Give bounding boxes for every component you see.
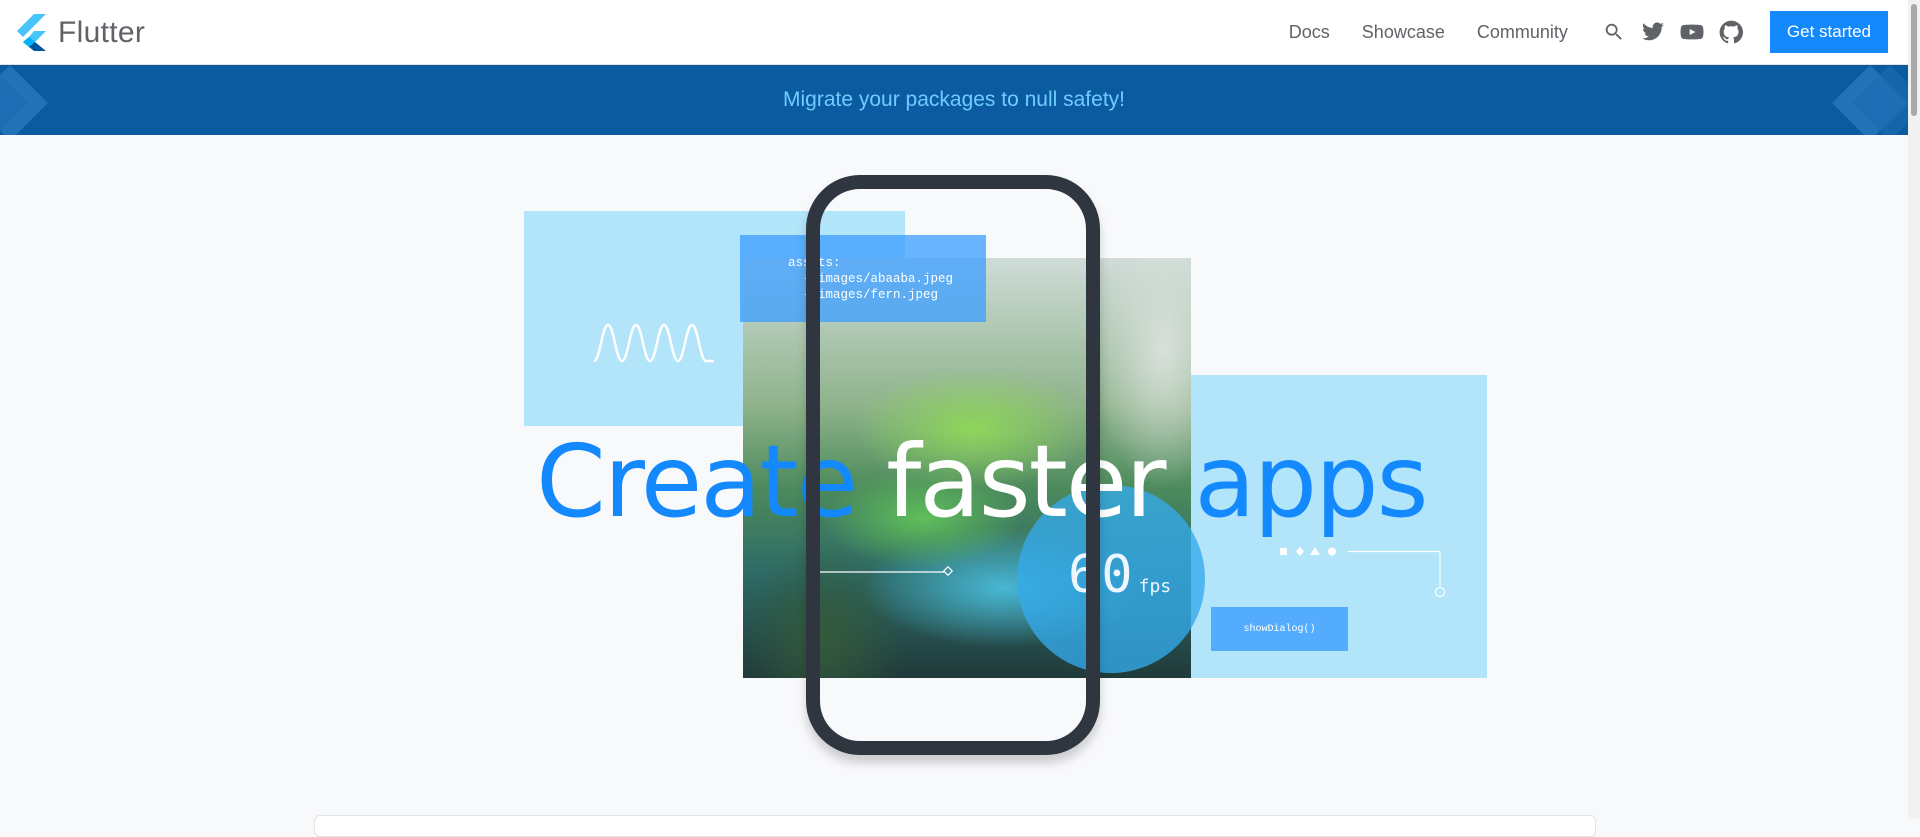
sine-wave-graphic	[593, 323, 714, 363]
logo-text: Flutter	[58, 15, 146, 49]
twitter-icon[interactable]	[1639, 18, 1667, 46]
nav-link-community[interactable]: Community	[1477, 22, 1568, 43]
nav-link-docs[interactable]: Docs	[1289, 22, 1330, 43]
scrollbar-thumb[interactable]	[1911, 4, 1917, 116]
fps-unit: fps	[1138, 576, 1172, 597]
nav-link-showcase[interactable]: Showcase	[1362, 22, 1445, 43]
hero-section: assets: - images/abaaba.jpeg - images/fe…	[0, 135, 1908, 837]
github-icon[interactable]	[1717, 18, 1745, 46]
top-navigation-bar: Flutter Docs Showcase Community Get star…	[0, 0, 1908, 64]
diamond-pattern-left	[0, 65, 48, 135]
youtube-icon[interactable]	[1678, 18, 1706, 46]
flutter-logo-icon	[17, 14, 46, 51]
banner-link[interactable]: Migrate your packages to null safety!	[783, 88, 1125, 112]
announcement-banner: Migrate your packages to null safety!	[0, 65, 1908, 135]
search-icon[interactable]	[1600, 18, 1628, 46]
get-started-button[interactable]: Get started	[1769, 11, 1888, 53]
headline-word-apps: apps	[1194, 423, 1428, 540]
shapes-connector-graphic	[1280, 547, 1446, 598]
main-nav: Docs Showcase Community Get started	[1289, 0, 1908, 64]
show-dialog-button: showDialog()	[1211, 607, 1348, 651]
flutter-logo[interactable]: Flutter	[16, 14, 145, 51]
phone-frame	[806, 175, 1100, 755]
page-scrollbar[interactable]	[1908, 0, 1920, 819]
diamond-pattern-right	[1832, 65, 1908, 135]
content-card	[314, 815, 1596, 837]
